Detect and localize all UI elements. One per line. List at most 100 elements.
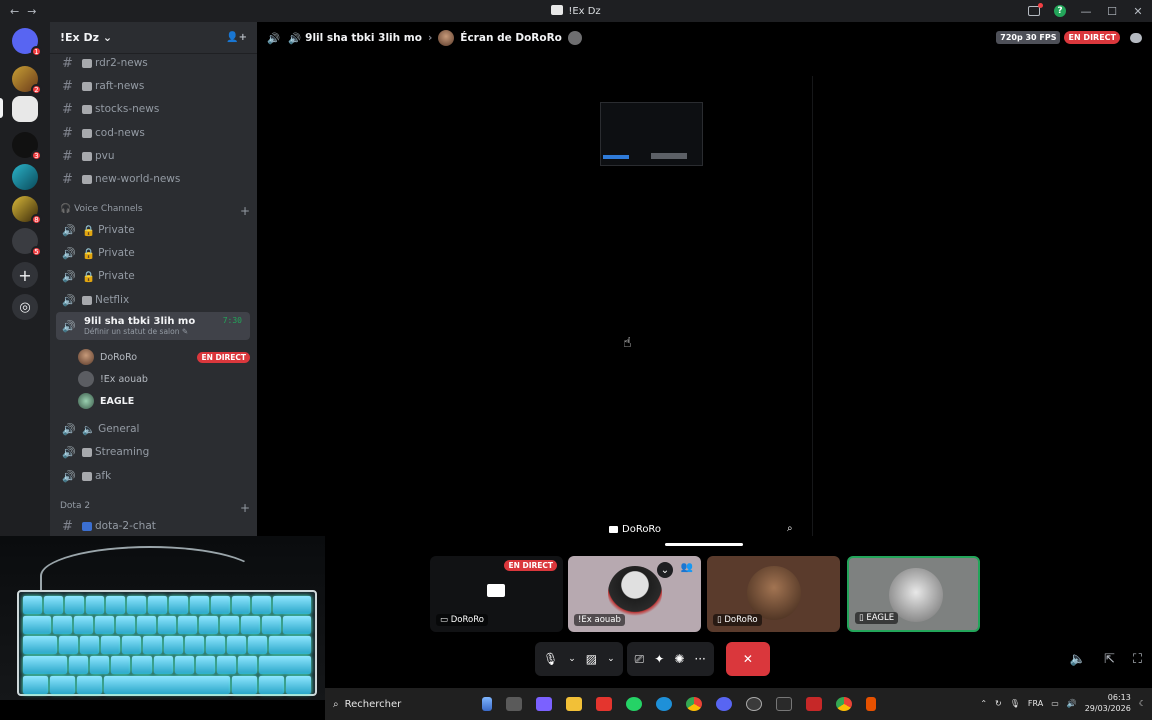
badge: 8 — [31, 214, 42, 225]
inbox-icon[interactable] — [1026, 3, 1043, 19]
add-channel-icon[interactable]: + — [240, 501, 250, 515]
text-channel[interactable]: # dota-2-chat — [56, 515, 250, 536]
add-channel-icon[interactable]: + — [240, 204, 250, 218]
system-tray: ⌃ ↻ 🎙 FRA ▭ 🔊 06:13 29/03/2026 ☾ — [980, 692, 1146, 714]
add-member-icon[interactable]: 👤+ — [226, 32, 247, 43]
chrome-icon[interactable] — [686, 697, 702, 711]
back-icon[interactable]: ← — [10, 5, 19, 18]
language-indicator[interactable]: FRA — [1028, 699, 1043, 708]
people-icon[interactable]: 👥 — [681, 562, 693, 573]
task-view-icon[interactable] — [506, 697, 522, 711]
text-channel[interactable]: # new-world-news — [56, 168, 250, 190]
dota-category[interactable]: Dota 2 + — [60, 501, 250, 515]
server-icon[interactable]: 3 — [12, 132, 42, 161]
participant-tile[interactable]: EN DIRECT ▭ DoRoRo — [430, 556, 563, 632]
hash-icon: # — [62, 78, 73, 94]
voice-channel[interactable]: 🔊 🔒 Private — [56, 219, 250, 241]
participant-tile[interactable]: ▯ DoRoRo — [707, 556, 840, 632]
speaker-emoji-icon: 🔈 — [82, 423, 96, 436]
chevron-down-icon[interactable]: ⌄ — [568, 654, 576, 664]
widget-icon[interactable] — [482, 697, 492, 711]
text-channel[interactable]: # pvu — [56, 145, 250, 167]
participant-tile[interactable]: ⌄ 👥 !Ex aouab — [568, 556, 701, 632]
chevron-up-icon[interactable]: ⌃ — [980, 699, 987, 708]
chrome-icon[interactable] — [836, 697, 852, 711]
notification-icon[interactable]: ☾ — [1139, 699, 1146, 708]
monitor-icon — [487, 584, 505, 597]
terminal-icon[interactable] — [776, 697, 792, 711]
guild-header[interactable]: !Ex Dz ⌄ 👤+ — [50, 22, 257, 54]
camera-off-icon[interactable]: ▨ — [586, 652, 597, 666]
add-server-icon[interactable]: + — [12, 262, 38, 288]
server-icon[interactable]: 2 — [12, 66, 42, 95]
server-icon[interactable] — [12, 164, 38, 190]
chat-icon[interactable] — [1130, 32, 1142, 43]
voice-channel[interactable]: 🔊 afk — [56, 465, 250, 487]
voice-user[interactable]: DoRoRo EN DIRECT — [78, 347, 250, 367]
edge-icon[interactable] — [656, 697, 672, 711]
pencil-icon[interactable]: ✎ — [182, 327, 188, 336]
network-icon[interactable]: ▭ — [1051, 699, 1059, 708]
clock[interactable]: 06:13 29/03/2026 — [1085, 692, 1131, 714]
voice-channel[interactable]: 🔊 Streaming — [56, 441, 250, 463]
avatar — [608, 566, 662, 620]
volume-icon[interactable]: 🔊 — [1067, 699, 1077, 708]
more-icon[interactable]: ··· — [694, 652, 705, 666]
disconnect-button[interactable]: ✕ — [725, 642, 770, 676]
drag-handle[interactable] — [665, 543, 743, 546]
voice-user[interactable]: EAGLE — [78, 391, 250, 411]
minimize-button[interactable]: — — [1078, 3, 1094, 19]
help-icon[interactable]: ? — [1052, 3, 1068, 19]
speaker-icon: 🔊 — [62, 422, 76, 436]
zoom-icon[interactable]: ⌕ — [787, 523, 801, 537]
voice-channel[interactable]: 🔊 🔒 Private — [56, 242, 250, 264]
forward-icon[interactable]: → — [27, 5, 36, 18]
discord-home-icon[interactable]: 1 — [12, 28, 42, 57]
text-channel[interactable]: # cod-news — [56, 122, 250, 144]
server-icon[interactable]: 8 — [12, 196, 42, 225]
text-channel[interactable]: # rdr2-news — [56, 52, 250, 74]
microphone-icon[interactable]: 🎙 — [543, 652, 558, 666]
active-voice-channel[interactable]: 🔊 9lil sha tbki 3lih mo 7:30 Définir un s… — [56, 312, 250, 340]
discord-icon[interactable] — [716, 697, 732, 711]
live-badge: EN DIRECT — [1064, 31, 1120, 44]
app-icon[interactable] — [746, 697, 762, 711]
participant-tile-speaking[interactable]: ▯ EAGLE — [847, 556, 980, 632]
text-channel[interactable]: # raft-news — [56, 75, 250, 97]
channel-name: new-world-news — [95, 173, 181, 185]
maximize-button[interactable]: ☐ — [1104, 3, 1120, 19]
sync-icon[interactable]: ↻ — [995, 699, 1002, 708]
text-channel[interactable]: # stocks-news — [56, 98, 250, 120]
screen-share-icon[interactable]: ⎚ — [635, 652, 645, 667]
speaker-icon: 🔊 — [62, 445, 76, 459]
file-explorer-icon[interactable] — [566, 697, 582, 711]
voice-user[interactable]: !Ex aouab — [78, 369, 250, 389]
app-icon[interactable] — [806, 697, 822, 711]
channel-status[interactable]: Définir un statut de salon — [84, 327, 179, 336]
discover-icon[interactable]: ◎ — [12, 294, 38, 320]
popout-icon[interactable]: ⇱ — [1104, 652, 1115, 667]
fullscreen-icon[interactable]: ⛶ — [1133, 652, 1142, 667]
soundboard-icon[interactable]: ✺ — [674, 652, 684, 666]
screen-share-preview[interactable] — [600, 102, 703, 166]
volume-icon[interactable]: 🔈 — [1070, 652, 1086, 667]
whatsapp-icon[interactable] — [626, 697, 642, 711]
voice-channel[interactable]: 🔊 Netflix — [56, 289, 250, 311]
close-button[interactable]: ✕ — [1130, 3, 1146, 19]
voice-category[interactable]: 🎧 Voice Channels + — [60, 204, 250, 218]
voice-channel[interactable]: 🔊 🔒 Private — [56, 265, 250, 287]
speaker-icon: 🔊 — [288, 32, 302, 45]
emoji-icon — [82, 81, 92, 91]
youtube-icon[interactable] — [596, 697, 612, 711]
chevron-down-icon[interactable]: ⌄ — [657, 562, 673, 578]
teams-icon[interactable] — [536, 697, 552, 711]
server-icon-active[interactable] — [12, 96, 38, 122]
microphone-icon[interactable]: 🎙 — [1010, 699, 1020, 708]
voice-channel[interactable]: 🔊 🔈 General — [56, 418, 250, 440]
webcam-overlay — [0, 536, 325, 700]
taskbar-search[interactable]: ⌕ Rechercher — [325, 699, 475, 710]
mic-app-icon[interactable] — [866, 697, 876, 711]
chevron-down-icon[interactable]: ⌄ — [607, 654, 615, 664]
server-icon[interactable]: 5 — [12, 228, 42, 257]
activities-icon[interactable]: ✦ — [654, 652, 664, 666]
